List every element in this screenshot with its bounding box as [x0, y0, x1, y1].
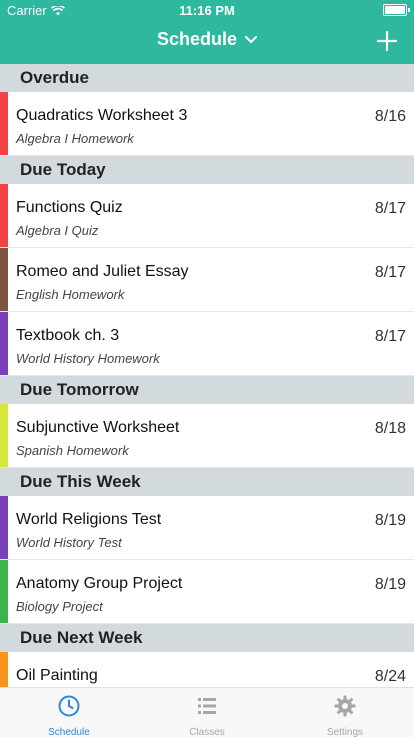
assignment-class: World History Homework [16, 351, 160, 366]
class-color-bar [0, 652, 8, 687]
status-bar: Carrier 11:16 PM [0, 0, 414, 20]
tab-bar: Schedule Classes Settings [0, 687, 414, 738]
chevron-down-icon [245, 35, 258, 43]
assignment-class: Spanish Homework [16, 443, 129, 458]
tab-schedule[interactable]: Schedule [0, 688, 138, 738]
assignment-due-date: 8/16 [374, 108, 406, 125]
assignment-title: Oil Painting [16, 667, 98, 684]
tab-label: Schedule [48, 727, 90, 738]
assignment-row[interactable]: Functions Quiz Algebra I Quiz 8/17 [0, 184, 414, 248]
assignment-title: World Religions Test [16, 511, 162, 528]
section-header: Due Tomorrow [0, 376, 414, 404]
tab-label: Classes [189, 727, 225, 738]
class-color-bar [0, 560, 8, 623]
assignment-row[interactable]: Romeo and Juliet Essay English Homework 8/… [0, 248, 414, 312]
list-icon [195, 694, 219, 723]
assignment-due-date: 8/17 [374, 328, 406, 345]
assignment-row[interactable]: Textbook ch. 3 World History Homework 8/17 [0, 312, 414, 376]
tab-settings[interactable]: Settings [276, 688, 414, 738]
assignment-class: Algebra I Quiz [16, 223, 99, 238]
assignment-list[interactable]: Overdue Quadratics Worksheet 3 Algebra I H… [0, 64, 414, 687]
battery-icon [383, 4, 410, 16]
assignment-title: Romeo and Juliet Essay [16, 263, 189, 280]
class-color-bar [0, 184, 8, 247]
assignment-due-date: 8/19 [374, 576, 406, 593]
assignment-row[interactable]: Quadratics Worksheet 3 Algebra I Homework… [0, 92, 414, 156]
clock-icon [57, 694, 81, 723]
assignment-due-date: 8/17 [374, 200, 406, 217]
assignment-row[interactable]: World Religions Test World History Test 8/… [0, 496, 414, 560]
tab-label: Settings [326, 727, 364, 738]
plus-icon [376, 30, 398, 52]
assignment-class: Algebra I Homework [16, 131, 134, 146]
class-color-bar [0, 312, 8, 375]
tab-classes[interactable]: Classes [138, 688, 276, 738]
assignment-title: Anatomy Group Project [16, 575, 183, 592]
assignment-due-date: 8/19 [374, 512, 406, 529]
header-bar: Carrier 11:16 PM Schedule [0, 0, 414, 64]
assignment-title: Textbook ch. 3 [16, 327, 120, 344]
assignment-due-date: 8/17 [374, 264, 406, 281]
assignment-title: Functions Quiz [16, 199, 123, 216]
assignment-due-date: 8/24 [374, 668, 406, 685]
section-header: Overdue [0, 64, 414, 92]
class-color-bar [0, 248, 8, 311]
assignment-title: Subjunctive Worksheet [16, 419, 180, 436]
schedule-title-dropdown[interactable]: Schedule [0, 29, 414, 50]
status-time: 11:16 PM [179, 3, 235, 18]
section-header: Due Next Week [0, 624, 414, 652]
add-assignment-button[interactable] [376, 30, 398, 52]
assignment-row[interactable]: Subjunctive Worksheet Spanish Homework 8/1… [0, 404, 414, 468]
assignment-class: World History Test [16, 535, 122, 550]
class-color-bar [0, 404, 8, 467]
assignment-row[interactable]: Oil Painting 8/24 [0, 652, 414, 687]
assignment-class: English Homework [16, 287, 125, 302]
gear-icon [333, 694, 357, 723]
assignment-class: Biology Project [16, 599, 103, 614]
class-color-bar [0, 92, 8, 155]
assignment-due-date: 8/18 [374, 420, 406, 437]
section-header: Due This Week [0, 468, 414, 496]
assignment-row[interactable]: Anatomy Group Project Biology Project 8/19 [0, 560, 414, 624]
class-color-bar [0, 496, 8, 559]
page-title: Schedule [156, 29, 238, 49]
section-header: Due Today [0, 156, 414, 184]
assignment-title: Quadratics Worksheet 3 [16, 107, 188, 124]
